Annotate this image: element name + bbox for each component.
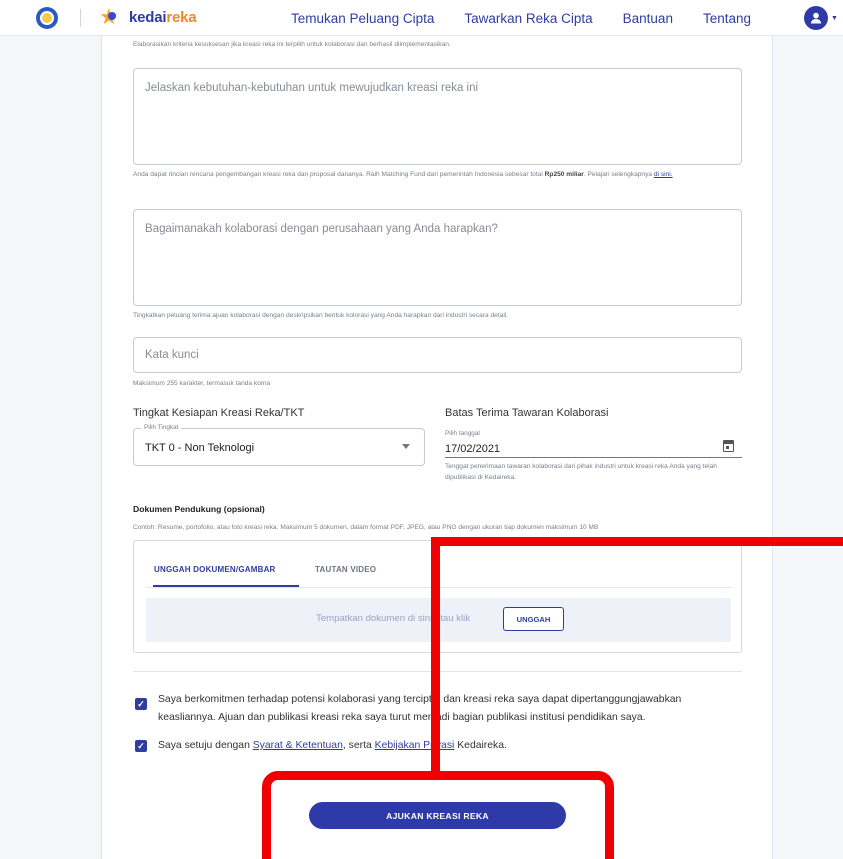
ministry-logo-icon[interactable] bbox=[36, 7, 58, 29]
brand-name: kedaireka bbox=[129, 8, 197, 26]
deadline-date-field[interactable]: Pilih tanggal 17/02/2021 bbox=[445, 428, 742, 458]
drop-zone-text: Tempatkan dokumen di sini atau klik bbox=[316, 613, 471, 624]
deadline-legend: Pilih tanggal bbox=[445, 430, 480, 437]
terms-checkbox[interactable]: ✓ bbox=[135, 740, 147, 752]
annotation-arrow-horizontal bbox=[431, 537, 843, 546]
nav-links: Temukan Peluang Cipta Tawarkan Reka Cipt… bbox=[291, 0, 751, 36]
kedaireka-logo[interactable]: ★ kedaireka bbox=[99, 5, 197, 29]
nav-link-tentang[interactable]: Tentang bbox=[703, 11, 751, 26]
tab-video-link[interactable]: TAUTAN VIDEO bbox=[315, 565, 376, 574]
success-criteria-helper: Elaborasikan kriteria kesuksesan jika kr… bbox=[133, 41, 451, 48]
tkt-select-legend: Pilih Tingkat bbox=[141, 424, 182, 431]
chevron-down-icon[interactable]: ▼ bbox=[831, 15, 838, 22]
user-avatar-icon[interactable] bbox=[804, 6, 828, 30]
nav-link-bantuan[interactable]: Bantuan bbox=[623, 11, 673, 26]
needs-textarea[interactable]: Jelaskan kebutuhan-kebutuhan untuk mewuj… bbox=[133, 68, 742, 165]
annotation-arrow-vertical bbox=[431, 537, 440, 771]
collaboration-placeholder: Bagaimanakah kolaborasi dengan perusahaa… bbox=[145, 223, 498, 235]
top-navbar: ★ kedaireka Temukan Peluang Cipta Tawark… bbox=[0, 0, 843, 36]
annotation-highlight-box bbox=[262, 771, 614, 859]
deadline-helper: Tenggat penerimaan tawaran kolaborasi da… bbox=[445, 463, 717, 481]
nav-link-temukan[interactable]: Temukan Peluang Cipta bbox=[291, 11, 434, 26]
terms-text: Saya setuju dengan Syarat & Ketentuan, s… bbox=[158, 740, 507, 751]
tkt-label: Tingkat Kesiapan Kreasi Reka/TKT bbox=[133, 407, 305, 419]
upload-button[interactable]: UNGGAH bbox=[503, 607, 564, 631]
keyword-helper: Maksimum 255 karakter, termasuk tanda ko… bbox=[133, 380, 271, 387]
terms-link[interactable]: Syarat & Ketentuan bbox=[253, 740, 343, 751]
active-tab-indicator bbox=[153, 585, 299, 587]
navbar-divider bbox=[80, 9, 81, 27]
dropdown-caret-icon[interactable] bbox=[402, 444, 410, 449]
supporting-docs-helper: Contoh: Resume, portofolio, atau foto kr… bbox=[133, 524, 599, 531]
kedaireka-star-icon: ★ bbox=[99, 6, 125, 28]
collaboration-textarea[interactable]: Bagaimanakah kolaborasi dengan perusahaa… bbox=[133, 209, 742, 306]
calendar-icon[interactable] bbox=[723, 440, 734, 452]
tab-upload-document[interactable]: UNGGAH DOKUMEN/GAMBAR bbox=[154, 565, 276, 574]
learn-more-link[interactable]: di sini. bbox=[654, 171, 673, 178]
needs-placeholder: Jelaskan kebutuhan-kebutuhan untuk mewuj… bbox=[145, 82, 479, 94]
deadline-label: Batas Terima Tawaran Kolaborasi bbox=[445, 407, 609, 419]
commitment-text: Saya berkomitmen terhadap potensi kolabo… bbox=[158, 694, 682, 723]
keyword-placeholder: Kata kunci bbox=[145, 349, 199, 361]
collaboration-helper: Tingkatkan peluang terima ajuan kolabora… bbox=[133, 312, 509, 319]
keyword-input[interactable]: Kata kunci bbox=[133, 337, 742, 373]
commitment-checkbox[interactable]: ✓ bbox=[135, 698, 147, 710]
privacy-link[interactable]: Kebijakan Privasi bbox=[375, 740, 455, 751]
supporting-docs-label: Dokumen Pendukung (opsional) bbox=[133, 504, 265, 514]
tkt-select-value: TKT 0 - Non Teknologi bbox=[145, 442, 255, 454]
tkt-select[interactable]: Pilih Tingkat TKT 0 - Non Teknologi bbox=[133, 424, 425, 466]
nav-link-tawarkan[interactable]: Tawarkan Reka Cipta bbox=[464, 11, 592, 26]
deadline-date-value: 17/02/2021 bbox=[445, 443, 501, 455]
needs-helper: Anda dapat rincian rencana pengembangan … bbox=[133, 171, 673, 178]
